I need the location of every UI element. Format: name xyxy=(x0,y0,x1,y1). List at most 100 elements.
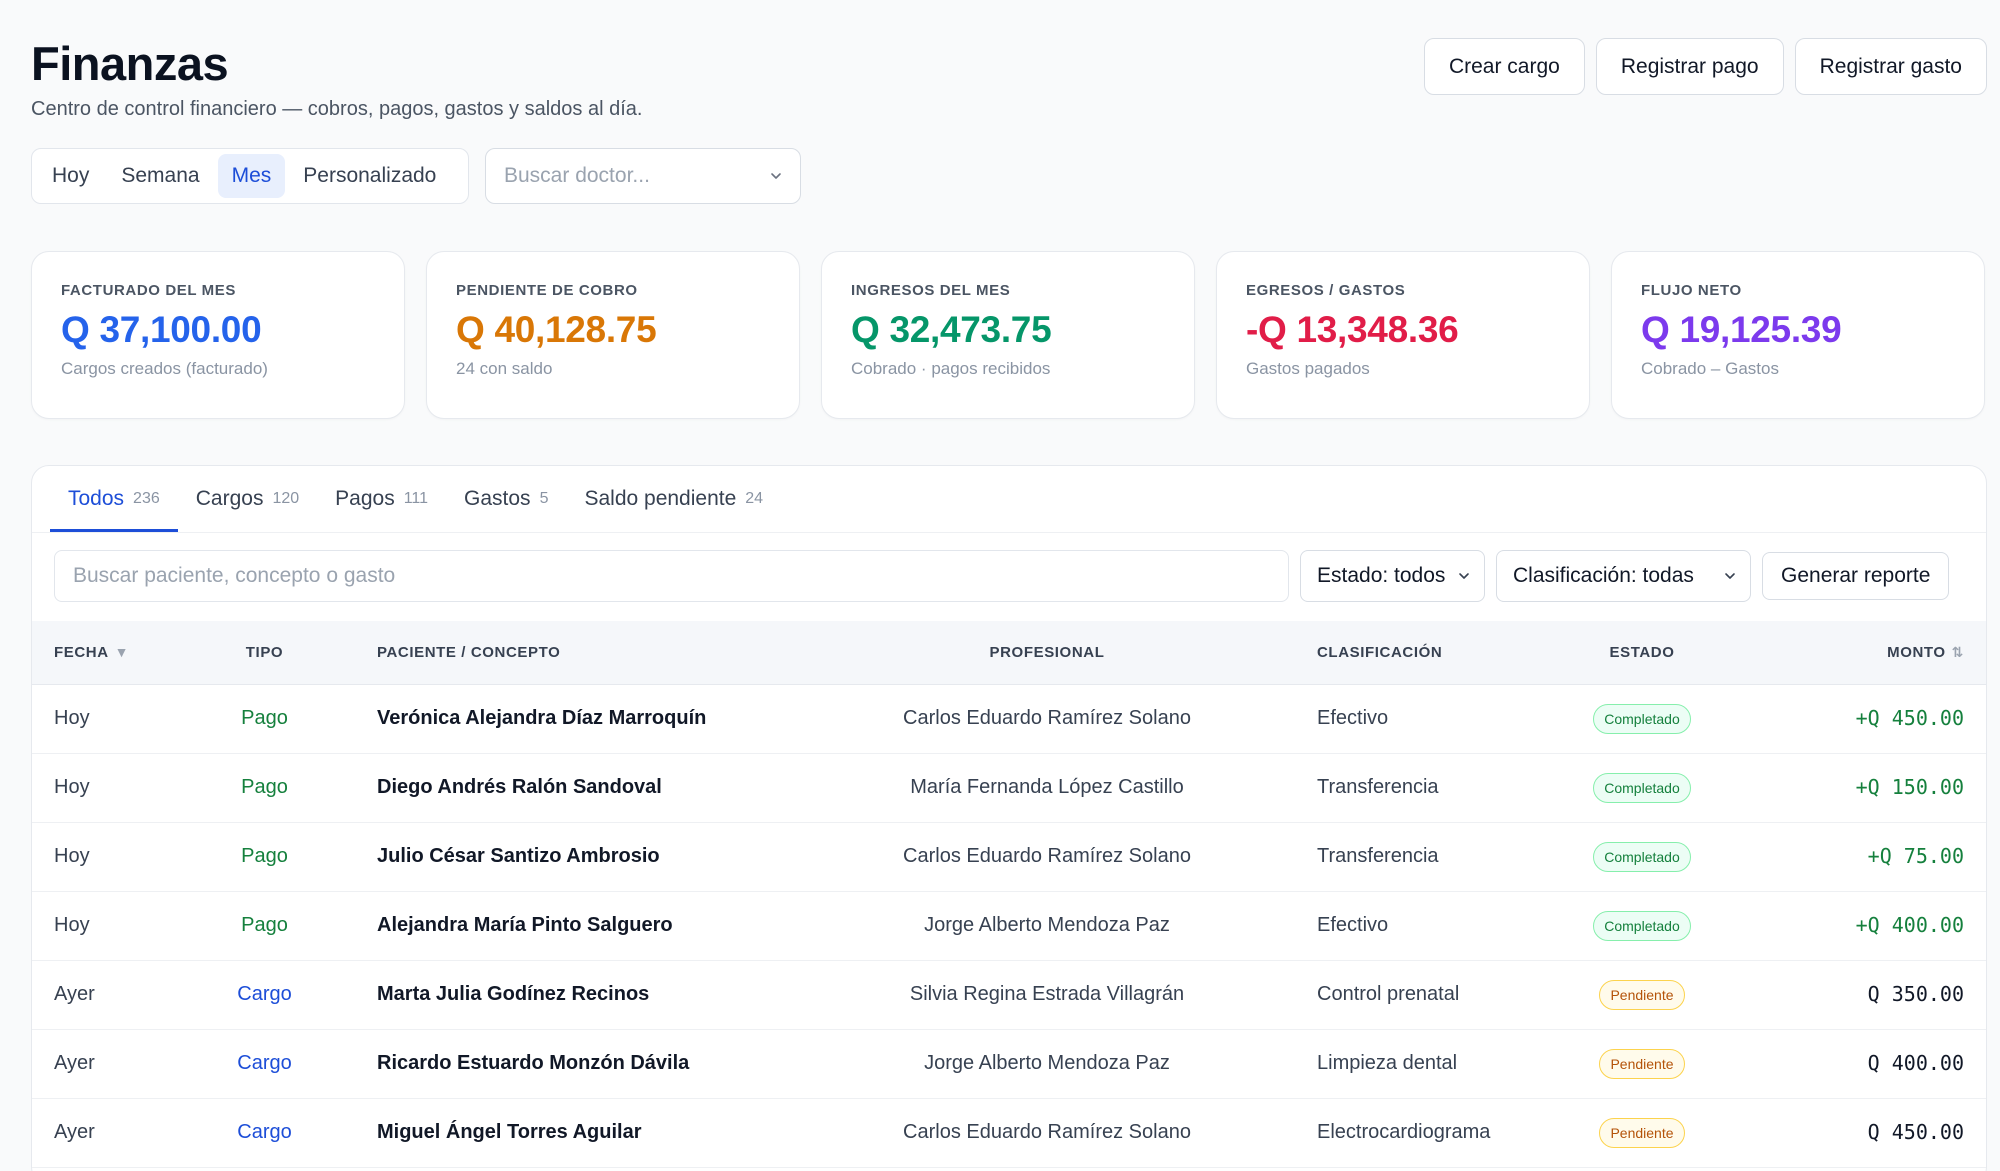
cell-estado: Pendiente xyxy=(1547,1029,1737,1099)
cell-fecha: Ayer xyxy=(32,1029,192,1099)
cell-clasificacion: Efectivo xyxy=(1257,684,1547,754)
kpi-value: Q 32,473.75 xyxy=(851,309,1052,350)
cell-paciente: Miguel Ángel Torres Aguilar xyxy=(337,1098,837,1168)
column-header-estado: Estado xyxy=(1547,621,1737,685)
column-header-tipo: Tipo xyxy=(192,621,337,685)
table-row[interactable]: Ayer Cargo Marta Julia Godínez Recinos S… xyxy=(32,960,1986,1030)
table-row[interactable]: Hoy Pago Julio César Santizo Ambrosio Ca… xyxy=(32,822,1986,892)
create-charge-button[interactable]: Crear cargo xyxy=(1423,38,1585,95)
sort-desc-icon: ▼ xyxy=(114,643,130,660)
table-row[interactable]: Hoy Pago Diego Andrés Ralón Sandoval Mar… xyxy=(32,753,1986,823)
period-semana[interactable]: Semana xyxy=(107,154,213,198)
page-title: Finanzas xyxy=(31,37,229,90)
doctor-select[interactable]: Buscar doctor... xyxy=(485,148,801,204)
table-row[interactable]: Hoy Pago Verónica Alejandra Díaz Marroqu… xyxy=(32,684,1986,754)
status-badge: Pendiente xyxy=(1599,1117,1685,1148)
register-payment-button[interactable]: Registrar pago xyxy=(1595,38,1784,95)
column-header-fecha[interactable]: Fecha ▼ xyxy=(32,621,192,685)
status-badge: Completado xyxy=(1593,841,1691,872)
cell-monto: Q 450.00 xyxy=(1737,1098,1986,1168)
tab-label: Gastos xyxy=(464,487,531,510)
cell-estado: Completado xyxy=(1547,891,1737,961)
period-selector: Hoy Semana Mes Personalizado xyxy=(31,148,469,204)
kpi-sub: Cargos creados (facturado) xyxy=(61,359,268,378)
chevron-down-icon xyxy=(1459,573,1469,579)
cell-profesional: Jorge Alberto Mendoza Paz xyxy=(837,891,1257,961)
tab-label: Todos xyxy=(68,487,125,510)
period-mes[interactable]: Mes xyxy=(217,154,286,198)
cell-clasificacion: Electrocardiograma xyxy=(1257,1098,1547,1168)
status-badge: Completado xyxy=(1593,910,1691,941)
chevron-down-icon xyxy=(771,173,781,179)
cell-estado: Completado xyxy=(1547,822,1737,892)
clasificacion-select-value: Clasificación: todas xyxy=(1513,564,1694,587)
tab-count: 236 xyxy=(133,490,160,507)
period-personalizado[interactable]: Personalizado xyxy=(289,154,450,198)
estado-select[interactable]: Estado: todos xyxy=(1300,550,1485,602)
cell-tipo: Pago xyxy=(192,822,337,892)
cell-fecha: Hoy xyxy=(32,891,192,961)
estado-select-value: Estado: todos xyxy=(1317,564,1446,587)
cell-tipo: Pago xyxy=(192,753,337,823)
cell-fecha: Hoy xyxy=(32,753,192,823)
cell-paciente: Diego Andrés Ralón Sandoval xyxy=(337,753,837,823)
cell-tipo: Cargo xyxy=(192,1098,337,1168)
cell-monto: +Q 75.00 xyxy=(1737,822,1986,892)
kpi-label: Egresos / Gastos xyxy=(1246,282,1406,299)
tab-cargos[interactable]: Cargos 120 xyxy=(178,466,317,532)
cell-profesional: Carlos Eduardo Ramírez Solano xyxy=(837,1098,1257,1168)
kpi-value: Q 37,100.00 xyxy=(61,309,262,350)
tab-divider xyxy=(32,532,1986,533)
kpi-facturado: Facturado del mes Q 37,100.00 Cargos cre… xyxy=(31,251,405,419)
cell-clasificacion: Transferencia xyxy=(1257,822,1547,892)
cell-paciente: Marta Julia Godínez Recinos xyxy=(337,960,837,1030)
tab-gastos[interactable]: Gastos 5 xyxy=(446,466,566,532)
generate-report-button[interactable]: Generar reporte xyxy=(1762,552,1950,600)
kpi-sub: 24 con saldo xyxy=(456,359,553,378)
cell-paciente: Ricardo Estuardo Monzón Dávila xyxy=(337,1029,837,1099)
tab-count: 111 xyxy=(403,490,429,507)
transactions-table: Fecha ▼ Tipo Paciente / Concepto Profesio… xyxy=(32,621,1986,1168)
table-row[interactable]: Hoy Pago Alejandra María Pinto Salguero … xyxy=(32,891,1986,961)
cell-profesional: Carlos Eduardo Ramírez Solano xyxy=(837,822,1257,892)
cell-paciente: Alejandra María Pinto Salguero xyxy=(337,891,837,961)
table-row[interactable]: Ayer Cargo Ricardo Estuardo Monzón Dávil… xyxy=(32,1029,1986,1099)
kpi-sub: Cobrado · pagos recibidos xyxy=(851,359,1051,378)
tab-saldo-pendiente[interactable]: Saldo pendiente 24 xyxy=(566,466,781,532)
tab-pagos[interactable]: Pagos 111 xyxy=(317,466,446,532)
clasificacion-select[interactable]: Clasificación: todas xyxy=(1496,550,1751,602)
header-actions: Crear cargo Registrar pago Registrar gas… xyxy=(1423,38,1987,95)
cell-profesional: Silvia Regina Estrada Villagrán xyxy=(837,960,1257,1030)
search-input[interactable] xyxy=(54,550,1289,602)
tab-todos[interactable]: Todos 236 xyxy=(50,466,178,532)
cell-monto: +Q 450.00 xyxy=(1737,684,1986,754)
column-label: Fecha xyxy=(54,643,109,661)
transaction-tabs: Todos 236 Cargos 120 Pagos 111 Gastos 5 … xyxy=(50,466,781,532)
kpi-ingresos: Ingresos del mes Q 32,473.75 Cobrado · p… xyxy=(821,251,1195,419)
cell-estado: Completado xyxy=(1547,753,1737,823)
kpi-value: Q 40,128.75 xyxy=(456,309,657,350)
column-header-monto[interactable]: Monto ⇅ xyxy=(1737,621,1986,685)
kpi-sub: Cobrado – Gastos xyxy=(1641,359,1779,378)
cell-fecha: Ayer xyxy=(32,1098,192,1168)
cell-estado: Completado xyxy=(1547,684,1737,754)
kpi-sub: Gastos pagados xyxy=(1246,359,1370,378)
cell-tipo: Cargo xyxy=(192,1029,337,1099)
tab-count: 24 xyxy=(745,490,764,507)
kpi-pendiente: Pendiente de cobro Q 40,128.75 24 con sa… xyxy=(426,251,800,419)
cell-fecha: Hoy xyxy=(32,684,192,754)
kpi-flujo-neto: Flujo neto Q 19,125.39 Cobrado – Gastos xyxy=(1611,251,1985,419)
status-badge: Pendiente xyxy=(1599,979,1685,1010)
column-header-paciente: Paciente / Concepto xyxy=(337,621,837,685)
amount: Q 450.00 xyxy=(1867,1120,1964,1144)
cell-monto: +Q 150.00 xyxy=(1737,753,1986,823)
register-expense-button[interactable]: Registrar gasto xyxy=(1794,38,1987,95)
cell-clasificacion: Efectivo xyxy=(1257,891,1547,961)
period-hoy[interactable]: Hoy xyxy=(38,154,103,198)
cell-profesional: Carlos Eduardo Ramírez Solano xyxy=(837,684,1257,754)
table-row[interactable]: Ayer Cargo Miguel Ángel Torres Aguilar C… xyxy=(32,1098,1986,1168)
cell-tipo: Pago xyxy=(192,684,337,754)
cell-monto: Q 350.00 xyxy=(1737,960,1986,1030)
column-header-clasificacion: Clasificación xyxy=(1257,621,1547,685)
page-subtitle: Centro de control financiero — cobros, p… xyxy=(31,98,643,120)
